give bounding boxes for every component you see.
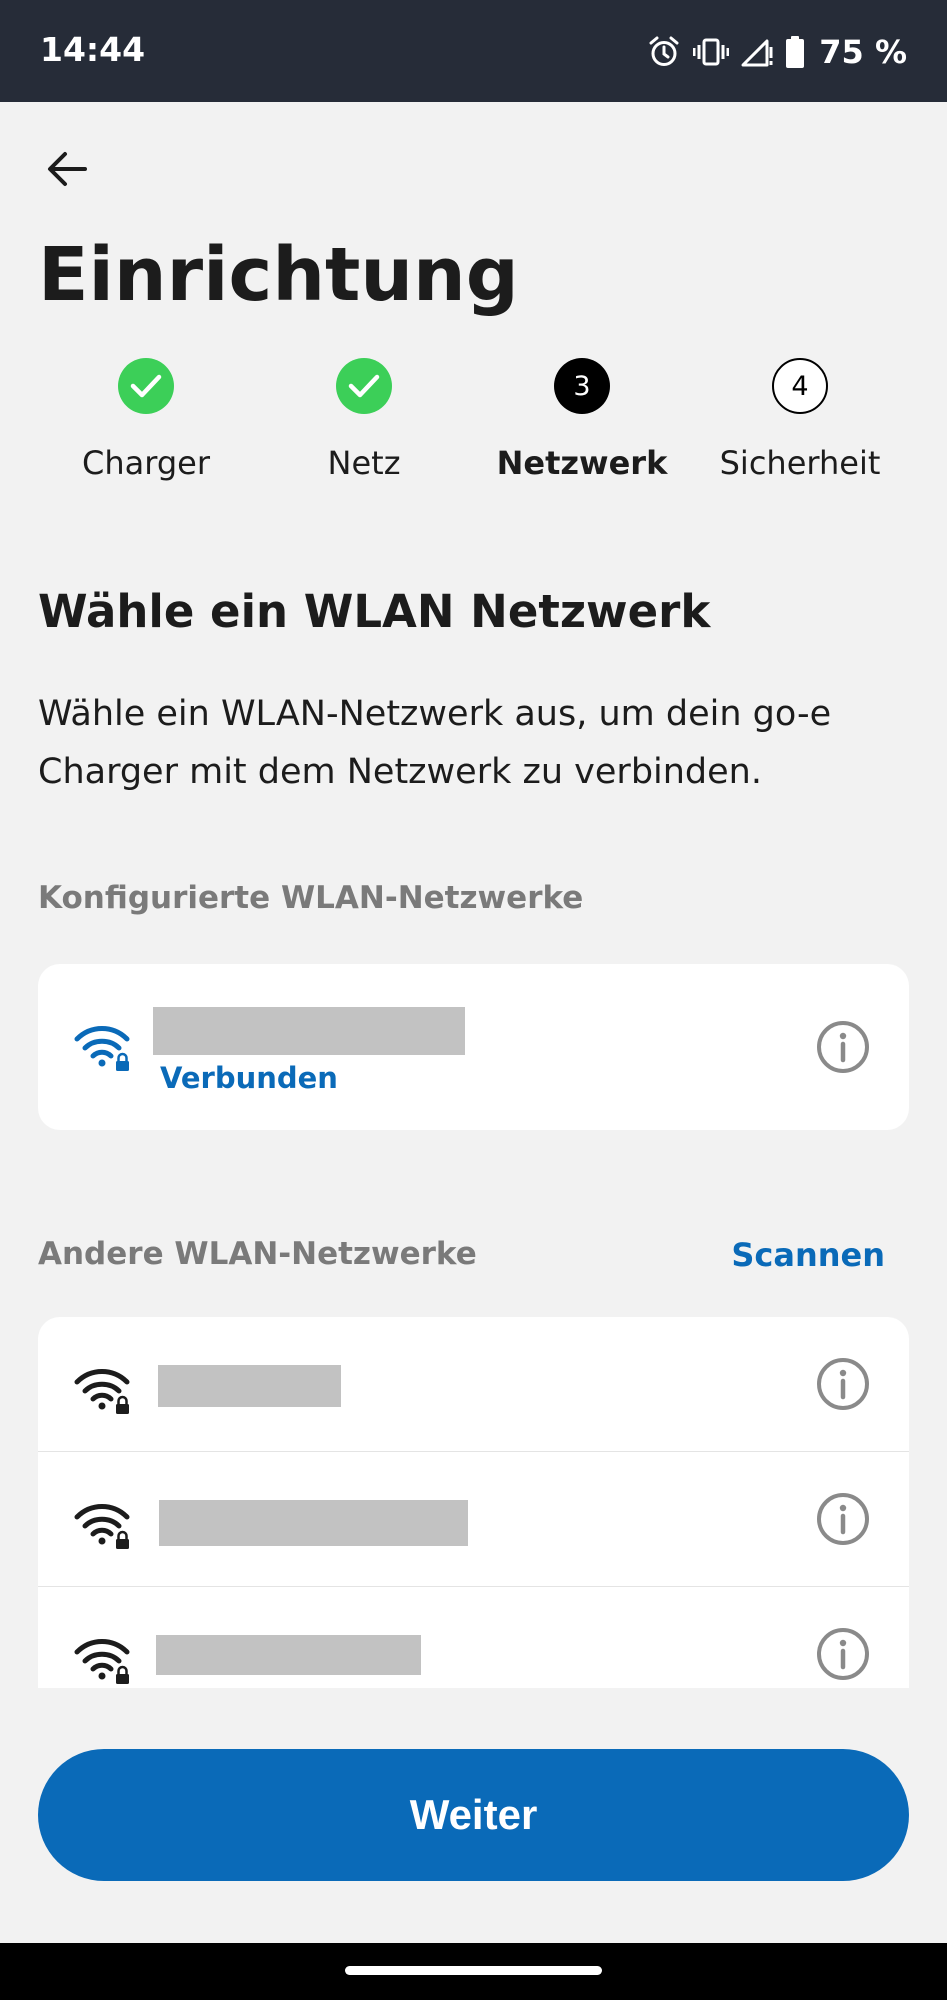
status-time: 14:44 xyxy=(40,30,146,69)
network-row[interactable] xyxy=(38,1587,909,1688)
step-number-circle: 3 xyxy=(554,358,610,414)
signal-icon xyxy=(741,39,773,67)
section-description: Wähle ein WLAN-Netzwerk aus, um dein go-… xyxy=(38,694,832,792)
step-sicherheit: 4 Sicherheit xyxy=(690,358,910,498)
wifi-lock-icon xyxy=(74,1639,130,1684)
network-status: Verbunden xyxy=(160,1061,338,1095)
wifi-lock-icon xyxy=(74,1504,130,1549)
network-row[interactable] xyxy=(38,1317,909,1451)
alarm-icon xyxy=(649,36,679,66)
arrow-left-icon xyxy=(48,152,87,186)
network-row[interactable] xyxy=(38,1452,909,1586)
step-label: Sicherheit xyxy=(719,444,881,482)
step-netzwerk: 3 Netzwerk xyxy=(472,358,692,498)
status-bar: 14:44 75 % xyxy=(0,0,947,102)
setup-stepper: Charger Netz 3 Netzwerk 4 Sicherheit xyxy=(0,358,947,498)
network-name-redacted xyxy=(153,1007,465,1055)
step-done-circle xyxy=(118,358,174,414)
step-label: Charger xyxy=(82,444,210,482)
home-gesture-handle[interactable] xyxy=(345,1966,602,1975)
other-networks-card xyxy=(38,1317,909,1688)
section-heading: Wähle ein WLAN Netzwerk xyxy=(38,585,711,638)
step-label: Netz xyxy=(327,444,401,482)
status-icons: 75 % xyxy=(647,30,907,74)
checkmark-icon xyxy=(348,374,380,398)
step-charger: Charger xyxy=(36,358,256,498)
info-icon[interactable] xyxy=(815,1356,871,1412)
battery-percent: 75 % xyxy=(819,33,907,71)
scan-button[interactable]: Scannen xyxy=(731,1236,885,1274)
page-title: Einrichtung xyxy=(38,232,519,318)
checkmark-icon xyxy=(130,374,162,398)
next-button[interactable]: Weiter xyxy=(38,1749,909,1881)
configured-networks-card: Verbunden xyxy=(38,964,909,1130)
step-number-circle: 4 xyxy=(772,358,828,414)
info-icon[interactable] xyxy=(815,1626,871,1682)
wifi-lock-icon xyxy=(74,1369,130,1414)
configured-networks-label: Konfigurierte WLAN-Netzwerke xyxy=(38,880,584,916)
network-name-redacted xyxy=(158,1365,341,1407)
step-label: Netzwerk xyxy=(496,444,668,482)
battery-icon xyxy=(786,36,805,68)
vibrate-icon xyxy=(693,38,730,66)
other-networks-label: Andere WLAN-Netzwerke xyxy=(38,1236,477,1272)
step-netz: Netz xyxy=(254,358,474,498)
info-icon[interactable] xyxy=(815,1491,871,1547)
network-row-connected[interactable]: Verbunden xyxy=(38,964,909,1130)
info-icon[interactable] xyxy=(815,1019,871,1075)
network-name-redacted xyxy=(159,1500,468,1546)
wifi-lock-icon xyxy=(74,1026,130,1071)
back-button[interactable] xyxy=(38,140,96,198)
network-name-redacted xyxy=(156,1635,421,1675)
step-done-circle xyxy=(336,358,392,414)
